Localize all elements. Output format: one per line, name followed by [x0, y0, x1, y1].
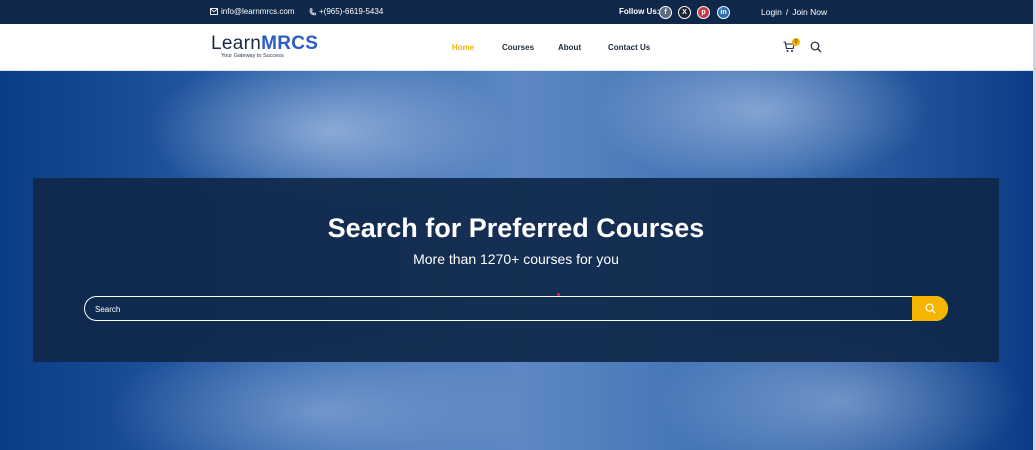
course-search-input[interactable]	[95, 302, 895, 316]
nav-home[interactable]: Home	[452, 43, 474, 52]
search-panel: Search for Preferred Courses More than 1…	[33, 178, 999, 362]
logo-tagline: Your Gateway to Success	[221, 53, 284, 59]
facebook-icon[interactable]: f	[659, 6, 672, 19]
phone-text: +(965)-6619-5434	[319, 7, 384, 16]
login-link[interactable]: Login	[761, 7, 782, 17]
envelope-icon	[210, 8, 218, 15]
search-icon[interactable]	[810, 41, 822, 53]
main-navbar: LearnMRCS Your Gateway to Success Home C…	[0, 24, 1033, 71]
logo-brand-accent: MRCS	[261, 33, 319, 54]
logo-wordmark: LearnMRCS	[211, 33, 318, 55]
course-search-bar	[84, 296, 948, 321]
email-contact[interactable]: info@learnmrcs.com	[210, 7, 294, 16]
auth-links: Login / Join Now	[761, 7, 827, 17]
site-logo[interactable]: LearnMRCS Your Gateway to Success	[211, 33, 318, 59]
linkedin-icon[interactable]: in	[717, 6, 730, 19]
pinterest-icon[interactable]: p	[697, 6, 710, 19]
nav-courses[interactable]: Courses	[502, 43, 534, 52]
phone-contact[interactable]: +(965)-6619-5434	[309, 7, 383, 16]
cart-count-badge: 0	[792, 38, 800, 46]
x-icon[interactable]: X	[678, 6, 691, 19]
search-submit-button[interactable]	[912, 296, 948, 321]
search-icon	[925, 303, 936, 314]
hero-subtitle: More than 1270+ courses for you	[413, 251, 619, 267]
auth-separator: /	[785, 7, 789, 17]
top-bar: info@learnmrcs.com +(965)-6619-5434 Foll…	[0, 0, 1033, 24]
nav-about[interactable]: About	[558, 43, 581, 52]
hero-section: Search for Preferred Courses More than 1…	[0, 71, 1033, 450]
join-now-link[interactable]: Join Now	[792, 7, 827, 17]
follow-us-label: Follow Us:	[619, 7, 660, 16]
hero-title: Search for Preferred Courses	[327, 213, 705, 243]
phone-icon	[309, 7, 316, 15]
logo-brand-main: Learn	[211, 33, 262, 54]
nav-contact-us[interactable]: Contact Us	[608, 43, 650, 52]
email-text: info@learnmrcs.com	[221, 7, 295, 16]
